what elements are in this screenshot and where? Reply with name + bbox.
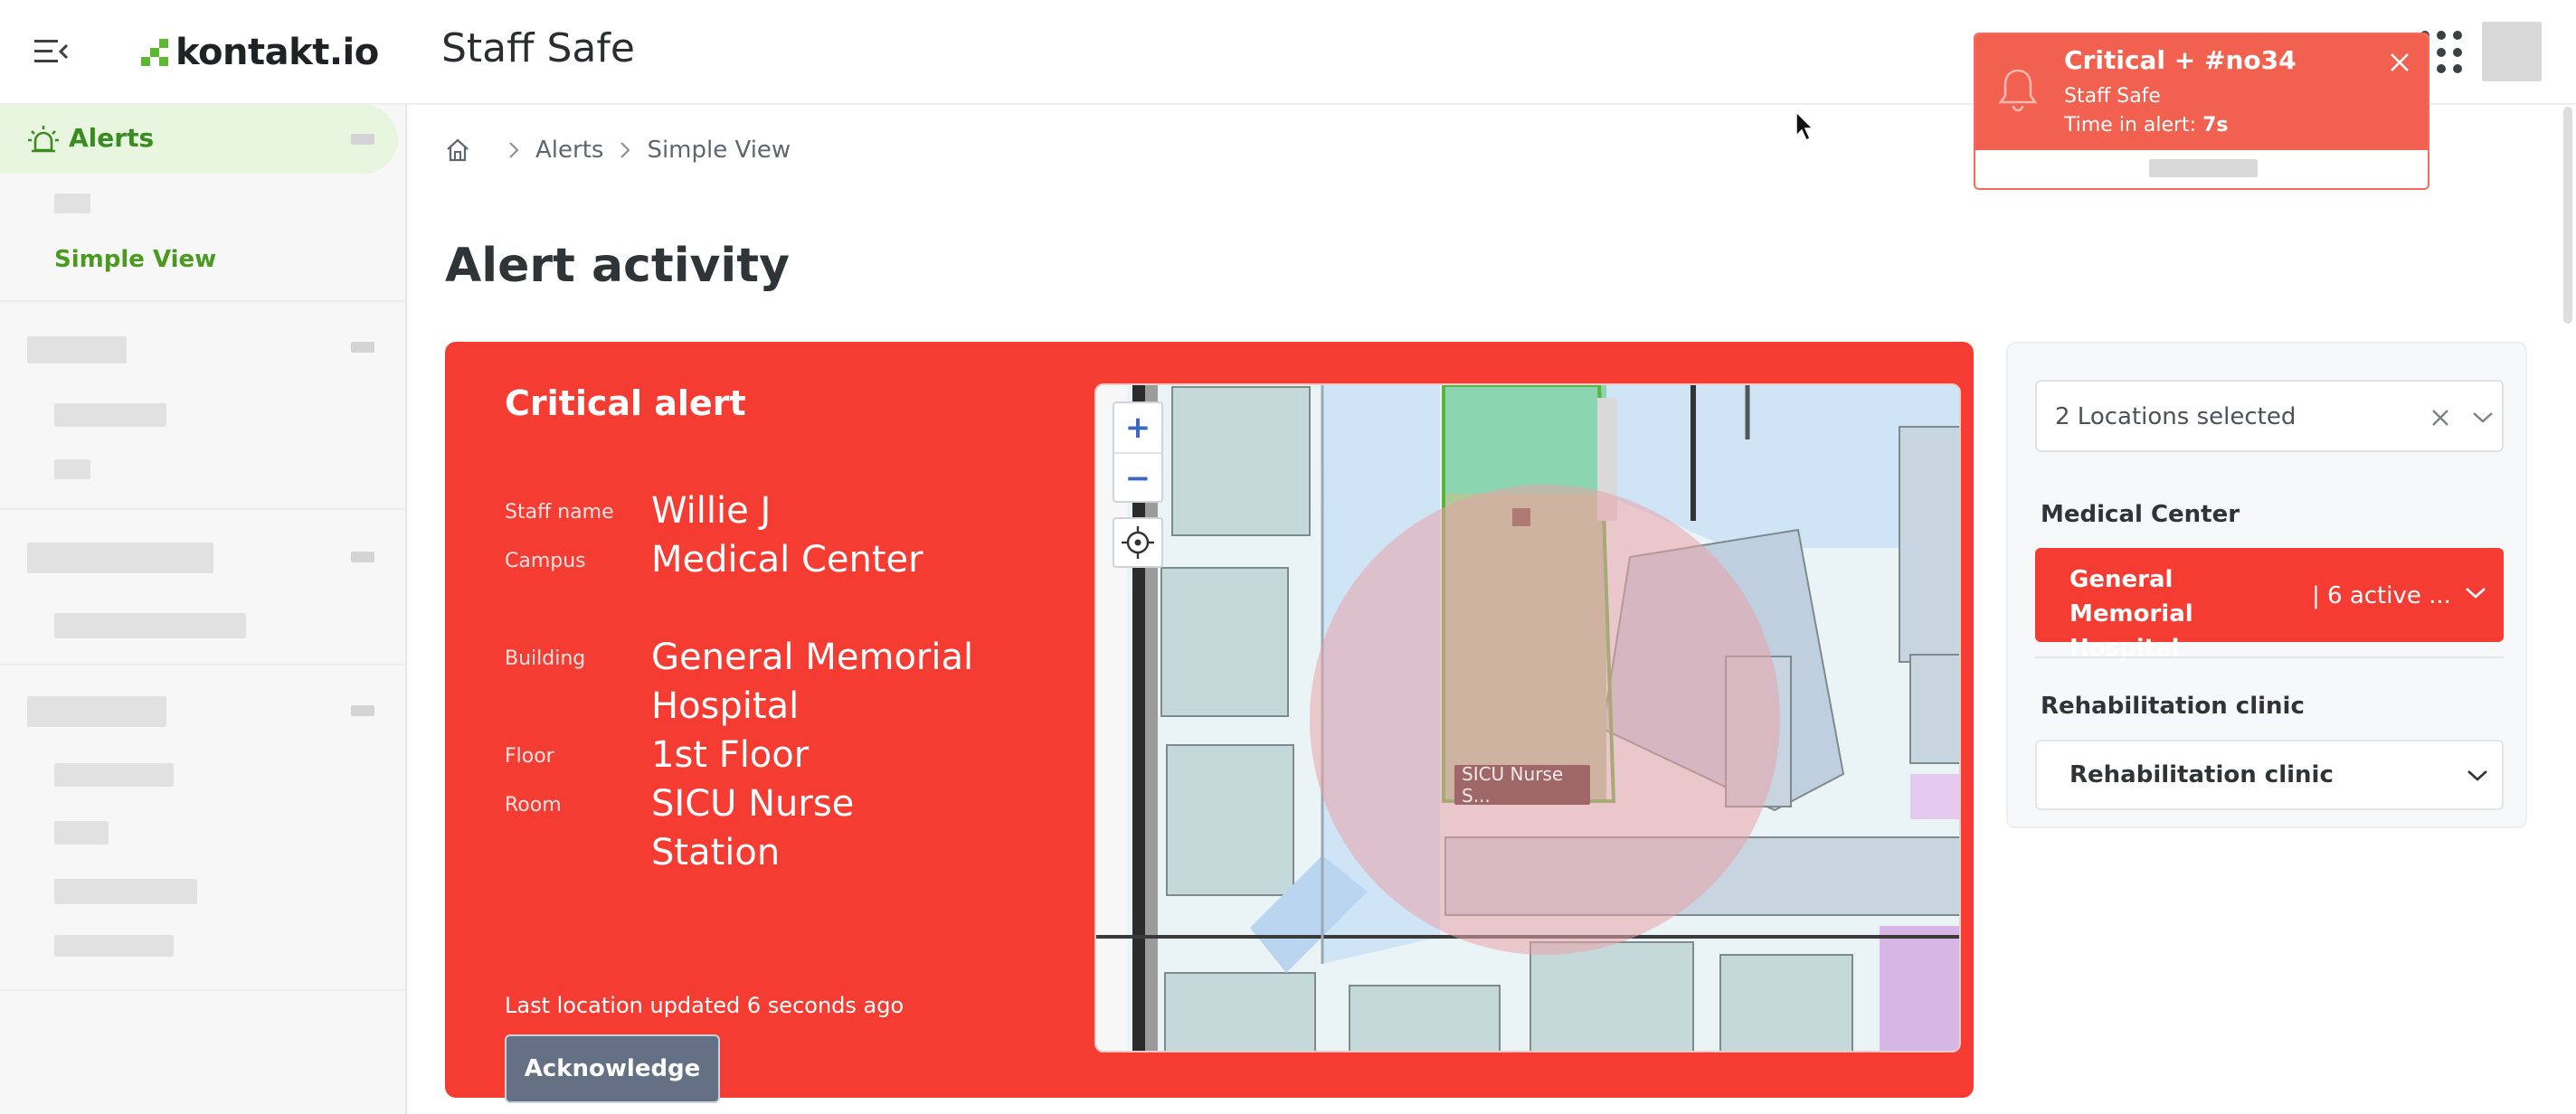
critical-alert-card: Critical alert Staff name Willie J Campu…	[445, 342, 1974, 1103]
placeholder-nav-item[interactable]	[27, 336, 127, 363]
campus-value: Medical Center	[651, 539, 923, 581]
logo[interactable]: kontakt.io	[139, 27, 379, 78]
app-title: Staff Safe	[441, 25, 635, 71]
staff-name-value: Willie J	[651, 490, 772, 532]
placeholder-sub-item[interactable]	[54, 459, 90, 479]
placeholder-sub-item[interactable]	[54, 821, 109, 845]
logo-text: kontakt.io	[175, 32, 379, 73]
chevron-down-icon	[2467, 770, 2487, 781]
home-icon[interactable]	[445, 137, 470, 163]
close-icon[interactable]	[2388, 51, 2411, 74]
nav-badge	[351, 705, 374, 716]
main-content: Alerts Simple View Alert activity Critic…	[409, 107, 2576, 1114]
room-label: Room	[505, 794, 562, 817]
placeholder-sub-item[interactable]	[54, 194, 90, 213]
toast-time-value: 7s	[2202, 114, 2229, 137]
sidebar: Alerts Simple View	[0, 105, 407, 1114]
bell-icon	[1998, 69, 2038, 112]
mouse-cursor-icon	[1795, 110, 1814, 142]
placeholder-nav-item[interactable]	[27, 696, 166, 727]
chevron-down-icon	[2466, 588, 2486, 599]
room-tag[interactable]: SICU Nurse S...	[1454, 763, 1590, 807]
divider	[0, 664, 405, 666]
divider	[0, 508, 405, 510]
avatar[interactable]	[2482, 22, 2542, 81]
building-label: Building	[505, 647, 586, 670]
toast-action-placeholder[interactable]	[2149, 159, 2258, 177]
alarm-light-icon	[28, 126, 59, 153]
chevron-down-icon[interactable]	[2471, 409, 2495, 427]
building-value: General Memorial Hospital	[651, 637, 974, 727]
campus-label: Campus	[505, 550, 586, 572]
toast-header: Critical + #no34 Staff Safe Time in aler…	[1975, 34, 2428, 150]
divider	[2035, 656, 2504, 658]
crosshair-icon	[1122, 526, 1154, 559]
locations-select[interactable]: 2 Locations selected	[2035, 380, 2504, 452]
floor-map[interactable]: + − SICU Nurse S...	[1094, 383, 1961, 1053]
last-location-updated: Last location updated 6 seconds ago	[505, 993, 904, 1018]
floor-value: 1st Floor	[651, 734, 810, 776]
breadcrumb-alerts[interactable]: Alerts	[535, 137, 603, 164]
placeholder-sub-item[interactable]	[54, 763, 174, 787]
staff-name-label: Staff name	[505, 501, 614, 524]
zoom-in-button[interactable]: +	[1114, 403, 1161, 452]
alert-toast[interactable]: Critical + #no34 Staff Safe Time in aler…	[1974, 33, 2429, 190]
floor-plan-drawing	[1096, 385, 1959, 1051]
active-alerts-count: | 6 active ...	[2312, 582, 2451, 609]
toast-time: Time in alert: 7s	[2064, 114, 2229, 137]
divider	[0, 300, 405, 302]
breadcrumb: Alerts Simple View	[445, 134, 791, 166]
collapse-menu-icon[interactable]	[34, 38, 69, 65]
page-title: Alert activity	[445, 239, 791, 293]
breadcrumb-simple-view: Simple View	[647, 137, 791, 164]
floor-label: Floor	[505, 745, 554, 768]
room-value: SICU Nurse Station	[651, 783, 855, 873]
toast-time-label: Time in alert:	[2064, 114, 2203, 137]
nav-badge	[351, 552, 374, 562]
placeholder-nav-item[interactable]	[27, 543, 213, 573]
logo-mark-icon	[141, 39, 168, 66]
divider	[0, 989, 405, 991]
sidebar-item-simple-view[interactable]: Simple View	[54, 246, 216, 273]
chevron-right-icon	[620, 142, 630, 158]
group-label-medical-center: Medical Center	[2041, 501, 2240, 528]
nav-badge	[351, 134, 374, 145]
chevron-right-icon	[509, 142, 519, 158]
location-item-rehabilitation[interactable]: Rehabilitation clinic	[2035, 740, 2504, 810]
toast-subtitle: Staff Safe	[2064, 85, 2161, 108]
close-icon[interactable]	[2428, 405, 2453, 430]
location-item-general-memorial[interactable]: General Memorial Hospital | 6 active ...	[2035, 548, 2504, 662]
sidebar-item-alerts[interactable]: Alerts	[0, 105, 398, 174]
group-label-rehabilitation: Rehabilitation clinic	[2041, 693, 2305, 720]
placeholder-sub-item[interactable]	[54, 403, 166, 427]
alert-heading: Critical alert	[505, 383, 746, 423]
zoom-out-button[interactable]: −	[1114, 454, 1161, 503]
sidebar-item-label: Alerts	[69, 123, 155, 153]
locations-select-value: 2 Locations selected	[2055, 403, 2297, 430]
placeholder-sub-item[interactable]	[54, 613, 246, 638]
zoom-controls: + −	[1113, 401, 1163, 503]
acknowledge-button[interactable]: Acknowledge	[505, 1034, 720, 1103]
location-item-name: Rehabilitation clinic	[2069, 761, 2334, 788]
placeholder-sub-item[interactable]	[54, 935, 174, 957]
nav-badge	[351, 342, 374, 353]
toast-title: Critical + #no34	[2064, 45, 2297, 75]
locate-button[interactable]	[1113, 517, 1163, 568]
scrollbar[interactable]	[2563, 107, 2572, 324]
placeholder-sub-item[interactable]	[54, 879, 197, 904]
locations-panel: 2 Locations selected Medical Center Gene…	[2006, 342, 2527, 828]
location-item-name: General Memorial Hospital	[2069, 566, 2193, 662]
